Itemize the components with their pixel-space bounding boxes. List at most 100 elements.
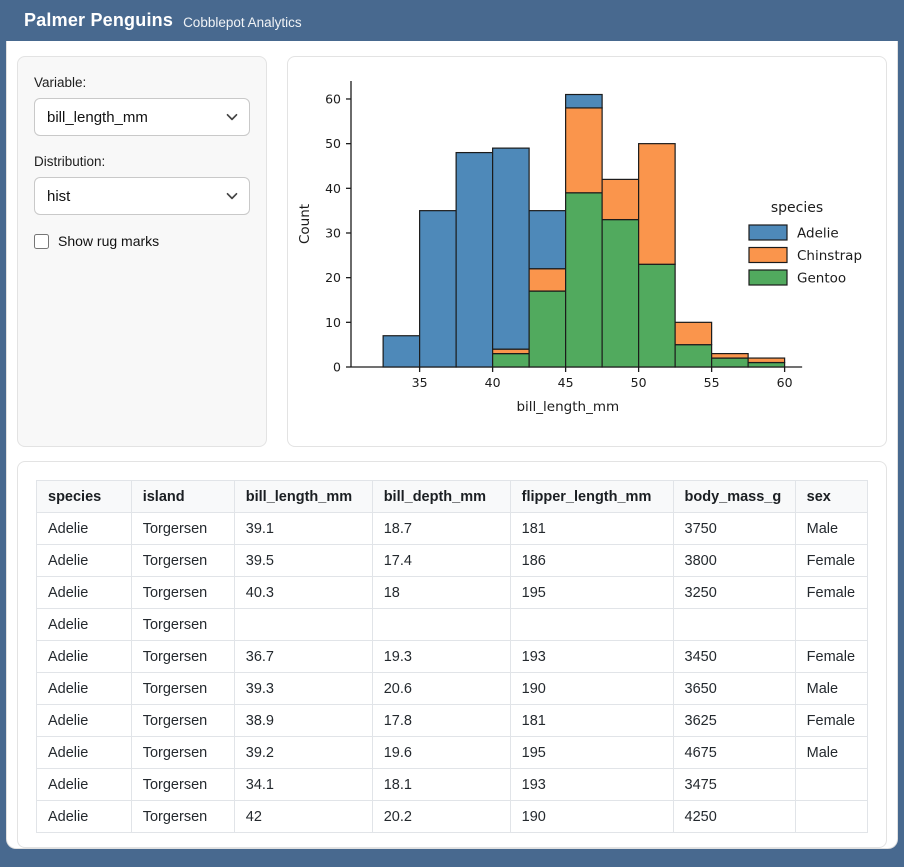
data-table-card: speciesislandbill_length_mmbill_depth_mm… — [17, 461, 887, 848]
table-cell — [510, 609, 673, 641]
histogram-bar-gentoo — [566, 192, 603, 366]
svg-text:45: 45 — [558, 375, 574, 390]
table-cell: 3250 — [673, 577, 795, 609]
svg-text:20: 20 — [325, 270, 341, 285]
app-title: Palmer Penguins — [24, 10, 173, 31]
page-container: Variable: bill_length_mm Distribution: h… — [6, 41, 898, 849]
table-cell: 195 — [510, 737, 673, 769]
table-cell: Torgersen — [131, 545, 234, 577]
table-cell: Torgersen — [131, 641, 234, 673]
svg-text:40: 40 — [485, 375, 501, 390]
histogram-bar-adelie — [383, 335, 420, 366]
svg-text:60: 60 — [325, 91, 341, 106]
table-cell: 190 — [510, 673, 673, 705]
variable-select-wrap: bill_length_mm — [34, 98, 250, 136]
table-cell: 36.7 — [234, 641, 372, 673]
histogram-bar-gentoo — [639, 264, 676, 367]
app-subtitle: Cobblepot Analytics — [183, 12, 302, 30]
table-cell: 42 — [234, 801, 372, 833]
column-header-sex: sex — [795, 481, 867, 513]
table-cell: Female — [795, 705, 867, 737]
table-cell: 34.1 — [234, 769, 372, 801]
histogram-bar-chinstrap — [493, 349, 530, 353]
table-cell: 3475 — [673, 769, 795, 801]
histogram-bar-chinstrap — [639, 143, 676, 264]
table-cell: 193 — [510, 641, 673, 673]
table-row: AdelieTorgersen — [37, 609, 868, 641]
top-row: Variable: bill_length_mm Distribution: h… — [17, 56, 887, 447]
rug-checkbox[interactable] — [34, 234, 49, 249]
table-cell: Female — [795, 545, 867, 577]
table-row: AdelieTorgersen38.917.81813625Female — [37, 705, 868, 737]
table-row: AdelieTorgersen34.118.11933475 — [37, 769, 868, 801]
table-header-row: speciesislandbill_length_mmbill_depth_mm… — [37, 481, 868, 513]
table-cell — [795, 609, 867, 641]
table-cell: 20.2 — [372, 801, 510, 833]
table-row: AdelieTorgersen4220.21904250 — [37, 801, 868, 833]
table-row: AdelieTorgersen39.118.71813750Male — [37, 513, 868, 545]
histogram-bar-adelie — [420, 210, 457, 366]
table-cell: Adelie — [37, 737, 132, 769]
y-axis-label: Count — [297, 203, 313, 243]
histogram-bar-chinstrap — [675, 322, 712, 344]
legend-label-adelie: Adelie — [797, 225, 839, 241]
histogram-bar-chinstrap — [566, 107, 603, 192]
table-cell: 186 — [510, 545, 673, 577]
table-cell: Adelie — [37, 513, 132, 545]
histogram-bar-adelie — [456, 152, 493, 366]
histogram-bar-chinstrap — [529, 268, 566, 290]
table-cell: Male — [795, 737, 867, 769]
svg-text:50: 50 — [631, 375, 647, 390]
table-cell: 18 — [372, 577, 510, 609]
table-cell: Adelie — [37, 577, 132, 609]
table-cell: Male — [795, 673, 867, 705]
variable-select[interactable]: bill_length_mm — [34, 98, 250, 136]
distribution-select-value: hist — [47, 188, 70, 205]
histogram-bar-adelie — [529, 210, 566, 268]
table-cell: 18.7 — [372, 513, 510, 545]
table-cell: Torgersen — [131, 609, 234, 641]
legend-swatch-chinstrap — [749, 247, 787, 262]
rug-checkbox-label[interactable]: Show rug marks — [58, 233, 159, 249]
table-cell: 195 — [510, 577, 673, 609]
histogram-bar-gentoo — [675, 344, 712, 366]
svg-text:50: 50 — [325, 136, 341, 151]
column-header-island: island — [131, 481, 234, 513]
histogram-bar-gentoo — [602, 219, 639, 366]
table-cell: 20.6 — [372, 673, 510, 705]
svg-text:10: 10 — [325, 314, 341, 329]
legend-title: species — [771, 200, 823, 216]
histogram-bar-gentoo — [712, 358, 749, 367]
chart-card: 0102030405060354045505560bill_length_mmC… — [287, 56, 887, 447]
svg-text:60: 60 — [777, 375, 793, 390]
histogram-bar-chinstrap — [748, 358, 785, 362]
variable-select-value: bill_length_mm — [47, 109, 148, 126]
table-cell: 18.1 — [372, 769, 510, 801]
table-cell: 181 — [510, 705, 673, 737]
footer-strip — [0, 860, 904, 867]
table-cell: Adelie — [37, 705, 132, 737]
histogram-bar-adelie — [566, 94, 603, 107]
table-row: AdelieTorgersen39.320.61903650Male — [37, 673, 868, 705]
legend-swatch-gentoo — [749, 270, 787, 285]
histogram-bar-gentoo — [529, 291, 566, 367]
table-cell: 4250 — [673, 801, 795, 833]
table-row: AdelieTorgersen36.719.31933450Female — [37, 641, 868, 673]
variable-label: Variable: — [34, 75, 250, 90]
rug-checkbox-row: Show rug marks — [34, 233, 250, 249]
column-header-flipper_length_mm: flipper_length_mm — [510, 481, 673, 513]
table-cell: 17.4 — [372, 545, 510, 577]
column-header-bill_depth_mm: bill_depth_mm — [372, 481, 510, 513]
distribution-select[interactable]: hist — [34, 177, 250, 215]
table-cell: Torgersen — [131, 801, 234, 833]
table-cell — [673, 609, 795, 641]
penguins-table: speciesislandbill_length_mmbill_depth_mm… — [36, 480, 868, 833]
table-cell: Torgersen — [131, 577, 234, 609]
svg-text:30: 30 — [325, 225, 341, 240]
table-cell — [795, 801, 867, 833]
legend-swatch-adelie — [749, 225, 787, 240]
table-cell: 39.2 — [234, 737, 372, 769]
svg-text:35: 35 — [412, 375, 428, 390]
column-header-body_mass_g: body_mass_g — [673, 481, 795, 513]
table-cell: Torgersen — [131, 673, 234, 705]
